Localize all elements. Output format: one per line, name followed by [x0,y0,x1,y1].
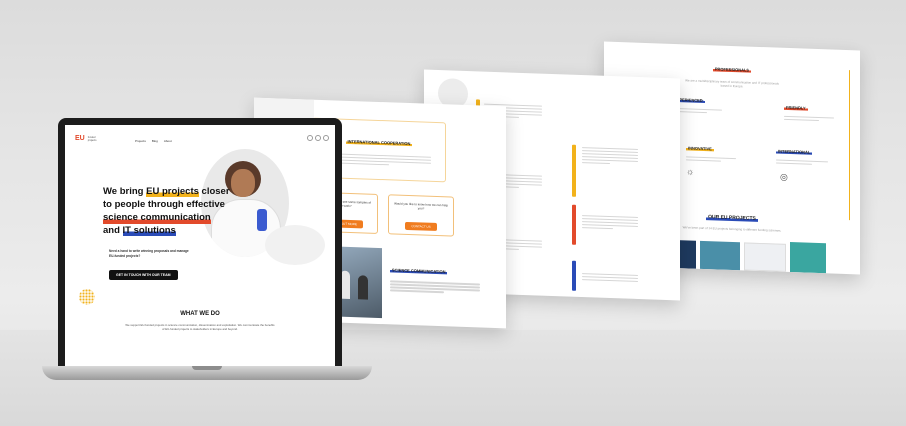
hero-subtext: Need a hand to write winning proposals a… [109,249,189,258]
hero-headline: We bring EU projects closer to people th… [103,186,230,236]
nav-projects[interactable]: Projects [135,139,146,143]
value-friendly: FRIENDLY [784,96,834,123]
professionals-heading: PROFESSIONALS [712,66,752,73]
laptop: EU funded projects Projects Blog About W… [58,118,342,368]
tag-blue [572,260,576,291]
mockup-scene: PROFESSIONALS We are a multidisciplinary… [0,0,906,426]
help-card: Would you like to know how we can help y… [388,194,454,237]
value-international: INTERNATIONAL [776,140,828,167]
contact-us-button[interactable]: CONTACT US [405,221,437,231]
project-thumbnail[interactable] [790,242,826,274]
social-icon[interactable] [323,135,329,141]
what-we-do-heading: WHAT WE DO [180,311,220,317]
international-cooperation-heading: INTERNATIONAL COOPERATION [345,138,413,147]
nav-blog[interactable]: Blog [152,139,158,143]
social-icon[interactable] [315,135,321,141]
value-innovative: INNOVATIVE [686,136,736,163]
social-icon[interactable] [307,135,313,141]
globe-icon: ◎ [780,171,788,182]
laptop-display: EU funded projects Projects Blog About W… [65,125,335,368]
project-thumbnail[interactable] [700,240,740,271]
tag-exploitation [572,204,576,245]
what-we-do-text: We support EU-funded projects in science… [125,323,275,331]
laptop-base [42,366,372,380]
site-nav: Projects Blog About [135,139,172,143]
contact-team-button[interactable]: GET IN TOUCH WITH OUR TEAM [109,263,178,281]
nav-about[interactable]: About [164,139,172,143]
project-thumbnail[interactable] [744,242,786,272]
eu-projects-heading: OUR EU PROJECTS [706,214,758,222]
lightbulb-icon: ☼ [686,166,695,177]
science-communication-heading: SCIENCE COMMUNICATION [390,267,448,275]
dots-decoration [79,289,95,305]
tag-communication-2 [572,144,576,197]
site-logo[interactable]: EU funded projects [75,135,97,142]
social-icons [307,135,329,141]
